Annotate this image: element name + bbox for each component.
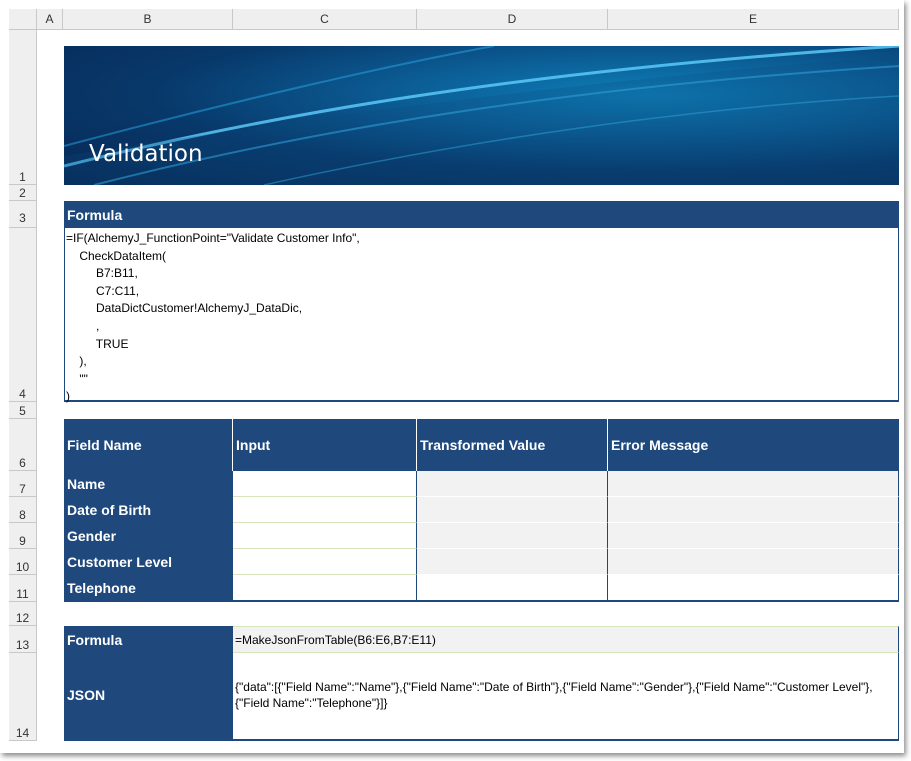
transformed-value-cell[interactable] <box>417 497 608 523</box>
column-header-e[interactable]: E <box>608 9 899 30</box>
column-header-a[interactable]: A <box>37 9 63 30</box>
transformed-value-cell[interactable] <box>417 523 608 549</box>
formula-section-header: Formula <box>64 201 899 228</box>
formula-text: =IF(AlchemyJ_FunctionPoint="Validate Cus… <box>66 231 360 404</box>
spreadsheet-window: A B C D E 1 2 3 4 5 6 7 8 9 10 11 12 13 … <box>0 0 904 753</box>
row-header-7[interactable]: 7 <box>9 471 37 497</box>
formula-section-label: Formula <box>67 207 123 223</box>
json-formula-label-cell: Formula <box>64 626 233 653</box>
row-header-8[interactable]: 8 <box>9 497 37 523</box>
json-output-text: {"data":[{"Field Name":"Name"},{"Field N… <box>235 680 873 710</box>
table-header-field-name: Field Name <box>64 419 233 471</box>
transformed-value-cell[interactable] <box>417 471 608 497</box>
json-label-cell: JSON <box>64 653 233 741</box>
row-header-13[interactable]: 13 <box>9 626 37 653</box>
title-banner: Validation <box>64 46 899 185</box>
row-header-2[interactable]: 2 <box>9 185 37 201</box>
row-header-9[interactable]: 9 <box>9 523 37 549</box>
error-message-cell[interactable] <box>608 471 899 497</box>
transformed-value-cell[interactable] <box>417 549 608 575</box>
json-formula-cell[interactable]: =MakeJsonFromTable(B6:E6,B7:E11) <box>233 626 899 653</box>
row-header-5[interactable]: 5 <box>9 402 37 419</box>
input-cell[interactable] <box>233 575 417 602</box>
row-header-14[interactable]: 14 <box>9 653 37 741</box>
json-output-cell[interactable]: {"data":[{"Field Name":"Name"},{"Field N… <box>233 653 899 741</box>
formula-cell[interactable]: =IF(AlchemyJ_FunctionPoint="Validate Cus… <box>64 228 899 403</box>
table-header-input: Input <box>233 419 417 471</box>
select-all-corner[interactable] <box>9 9 37 30</box>
table-row-label: Telephone <box>64 575 233 602</box>
row-header-1[interactable]: 1 <box>9 30 37 185</box>
row-header-6[interactable]: 6 <box>9 419 37 471</box>
input-cell[interactable] <box>233 471 417 497</box>
table-header-error-message: Error Message <box>608 419 899 471</box>
row-header-3[interactable]: 3 <box>9 201 37 228</box>
error-message-cell[interactable] <box>608 549 899 575</box>
table-row-label: Name <box>64 471 233 497</box>
row-header-4[interactable]: 4 <box>9 228 37 402</box>
error-message-cell[interactable] <box>608 523 899 549</box>
table-header-transformed-value: Transformed Value <box>417 419 608 471</box>
column-header-d[interactable]: D <box>417 9 608 30</box>
input-cell[interactable] <box>233 497 417 523</box>
transformed-value-cell[interactable] <box>417 575 608 602</box>
input-cell[interactable] <box>233 523 417 549</box>
row-header-10[interactable]: 10 <box>9 549 37 575</box>
input-cell[interactable] <box>233 549 417 575</box>
table-row-label: Customer Level <box>64 549 233 575</box>
row-header-11[interactable]: 11 <box>9 575 37 602</box>
banner-title: Validation <box>89 141 203 167</box>
error-message-cell[interactable] <box>608 497 899 523</box>
json-formula-text: =MakeJsonFromTable(B6:E6,B7:E11) <box>235 633 436 647</box>
column-header-b[interactable]: B <box>63 9 233 30</box>
error-message-cell[interactable] <box>608 575 899 602</box>
column-header-c[interactable]: C <box>233 9 417 30</box>
table-row-label: Gender <box>64 523 233 549</box>
table-row-label: Date of Birth <box>64 497 233 523</box>
row-header-12[interactable]: 12 <box>9 602 37 626</box>
